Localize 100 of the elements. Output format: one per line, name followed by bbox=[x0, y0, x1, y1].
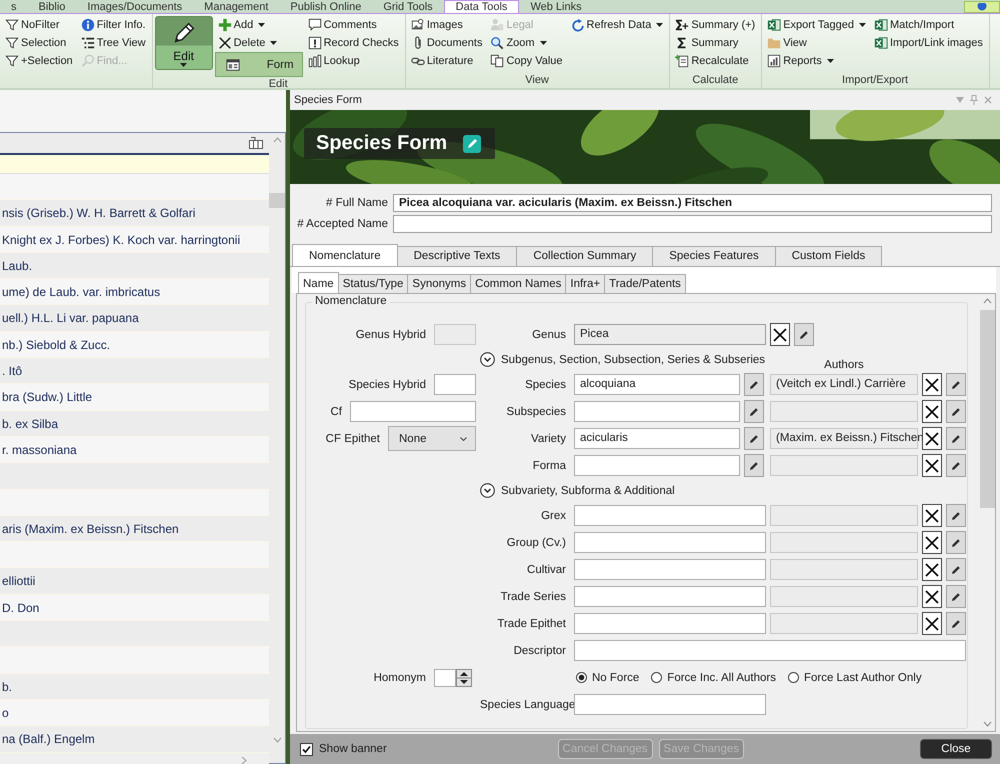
table-cell[interactable]: Laub. bbox=[0, 252, 269, 280]
edit-button[interactable] bbox=[946, 504, 966, 527]
ribbon-button[interactable]: +Selection bbox=[2, 52, 76, 70]
dropdown[interactable]: None bbox=[388, 426, 476, 451]
tab[interactable]: Collection Summary bbox=[516, 246, 654, 266]
clear-button[interactable] bbox=[922, 558, 942, 581]
edit-button[interactable] bbox=[946, 373, 966, 396]
edit-button[interactable]: Edit bbox=[154, 16, 213, 70]
clear-button[interactable] bbox=[922, 454, 942, 477]
input-field[interactable] bbox=[350, 401, 476, 422]
edit-button[interactable] bbox=[946, 558, 966, 581]
tab[interactable]: Species Features bbox=[652, 246, 776, 266]
ribbon-button[interactable]: NoFilter bbox=[2, 16, 63, 34]
tab[interactable]: Custom Fields bbox=[774, 246, 882, 266]
clear-button[interactable] bbox=[922, 504, 942, 527]
radio-button[interactable] bbox=[788, 672, 799, 683]
input-field[interactable] bbox=[574, 586, 766, 607]
input-field[interactable]: Picea bbox=[574, 324, 766, 345]
ribbon-button[interactable]: Tree View bbox=[78, 34, 149, 52]
authors-field[interactable] bbox=[770, 559, 918, 580]
table-cell[interactable]: Knight ex J. Forbes) K. Koch var. harringtonii bbox=[0, 226, 269, 253]
tab[interactable]: Synonyms bbox=[407, 274, 472, 293]
column-chooser-icon[interactable] bbox=[249, 137, 263, 149]
ribbon-button[interactable]: Import/Link images bbox=[870, 34, 986, 52]
authors-field[interactable] bbox=[770, 455, 918, 476]
ribbon-button[interactable]: Add bbox=[214, 16, 268, 34]
edit-button[interactable] bbox=[946, 427, 966, 450]
chevron-icon[interactable] bbox=[272, 137, 282, 143]
ribbon-button[interactable]: Copy Value bbox=[487, 52, 566, 70]
input-field[interactable] bbox=[574, 401, 740, 422]
ribbon-tab[interactable]: Web Links bbox=[519, 1, 593, 13]
table-cell[interactable]: na (Balf.) Engelm bbox=[0, 726, 269, 753]
section-expander[interactable]: Subgenus, Section, Subsection, Series & Subseries bbox=[480, 352, 766, 367]
ribbon-button[interactable]: Selection bbox=[2, 34, 70, 52]
input-field[interactable]: Picea alcoquiana var. acicularis (Maxim. ex Beissn.) Fitschen bbox=[393, 194, 992, 212]
ribbon-button[interactable]: Form bbox=[214, 52, 303, 77]
authors-field[interactable] bbox=[770, 586, 918, 607]
ribbon-button[interactable]: Zoom bbox=[487, 34, 550, 52]
clear-button[interactable] bbox=[922, 531, 942, 554]
clear-button[interactable] bbox=[922, 400, 942, 423]
ribbon-tab[interactable]: Management bbox=[193, 1, 280, 13]
scrollbar[interactable] bbox=[0, 752, 269, 764]
scroll-thumb[interactable] bbox=[980, 310, 995, 508]
edit-button[interactable] bbox=[744, 454, 764, 477]
edit-button[interactable] bbox=[744, 373, 764, 396]
radio-button[interactable] bbox=[576, 672, 587, 683]
edit-button[interactable] bbox=[794, 323, 814, 346]
input-field[interactable] bbox=[574, 694, 766, 715]
edit-button[interactable] bbox=[946, 585, 966, 608]
input-field[interactable] bbox=[434, 374, 476, 395]
ribbon-tab[interactable]: Data Tools bbox=[444, 0, 520, 13]
chevron-icon[interactable] bbox=[983, 298, 992, 304]
input-field[interactable] bbox=[574, 640, 966, 661]
ribbon-button[interactable]: Images bbox=[408, 16, 466, 34]
ribbon-button[interactable]: Filter Info. bbox=[78, 16, 149, 34]
ribbon-button[interactable]: Summary bbox=[672, 34, 742, 52]
ribbon-button[interactable]: Summary (+) bbox=[672, 16, 758, 34]
input-field[interactable] bbox=[574, 613, 766, 634]
table-cell[interactable]: elliottii bbox=[0, 568, 269, 595]
input-field[interactable]: alcoquiana bbox=[574, 374, 740, 395]
clear-button[interactable] bbox=[922, 427, 942, 450]
chevron-icon[interactable] bbox=[241, 756, 247, 764]
radio-button[interactable] bbox=[651, 672, 662, 683]
authors-field[interactable] bbox=[770, 505, 918, 526]
ribbon-button[interactable]: Export Tagged bbox=[764, 16, 869, 34]
scroll-thumb[interactable] bbox=[269, 193, 285, 208]
tab[interactable]: Common Names bbox=[470, 274, 566, 293]
ribbon-tab[interactable]: Publish Online bbox=[279, 1, 372, 13]
caret-icon[interactable] bbox=[956, 97, 964, 103]
table-cell[interactable]: uell.) H.L. Li var. papuana bbox=[0, 305, 269, 332]
table-cell[interactable]: . Itô bbox=[0, 358, 269, 384]
ribbon-tab[interactable]: Images/Documents bbox=[76, 1, 194, 13]
chevron-icon[interactable] bbox=[272, 737, 282, 743]
ribbon-button[interactable]: Documents bbox=[408, 34, 486, 52]
edit-button[interactable] bbox=[744, 427, 764, 450]
ribbon-button[interactable]: Literature bbox=[408, 52, 476, 70]
edit-button[interactable] bbox=[946, 454, 966, 477]
edit-button[interactable] bbox=[946, 612, 966, 635]
scrollbar[interactable] bbox=[269, 133, 285, 763]
authors-field[interactable] bbox=[770, 401, 918, 422]
authors-field[interactable]: (Veitch ex Lindl.) Carrière bbox=[770, 374, 918, 395]
ribbon-button[interactable]: Recalculate bbox=[672, 52, 752, 70]
toolbar-button[interactable] bbox=[964, 1, 1000, 13]
edit-button[interactable] bbox=[946, 531, 966, 554]
tab[interactable]: Name bbox=[298, 272, 339, 293]
edit-button[interactable] bbox=[744, 400, 764, 423]
ribbon-button[interactable]: Reports bbox=[764, 52, 837, 70]
input-field[interactable] bbox=[574, 505, 766, 526]
edit-button[interactable] bbox=[946, 400, 966, 423]
ribbon-button[interactable]: Record Checks bbox=[304, 34, 402, 52]
authors-field[interactable] bbox=[770, 532, 918, 553]
tab[interactable]: Nomenclature bbox=[292, 244, 398, 266]
number-spinner[interactable] bbox=[434, 668, 472, 686]
table-cell[interactable]: aris (Maxim. ex Beissn.) Fitschen bbox=[0, 516, 269, 542]
clear-button[interactable] bbox=[922, 612, 942, 635]
input-field[interactable] bbox=[393, 214, 992, 232]
section-expander[interactable]: Subvariety, Subforma & Additional bbox=[480, 483, 675, 498]
tab[interactable]: Descriptive Texts bbox=[396, 246, 518, 266]
input-field[interactable]: acicularis bbox=[574, 428, 740, 449]
chevron-icon[interactable] bbox=[983, 721, 992, 727]
